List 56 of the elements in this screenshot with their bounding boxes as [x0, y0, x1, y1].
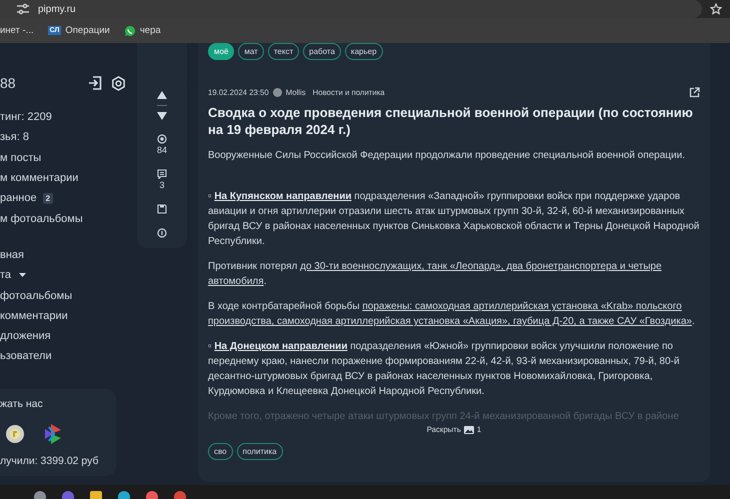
bookmark-star-icon[interactable] — [710, 3, 722, 15]
avatar — [272, 88, 282, 97]
views-count: 84 — [156, 145, 167, 155]
comment-icon[interactable] — [157, 169, 167, 179]
direction-link[interactable]: На Купянском направлении — [214, 191, 352, 202]
tag-chip[interactable]: текст — [268, 43, 300, 60]
nav-link[interactable]: ьзователи — [0, 346, 126, 367]
nav-link[interactable]: комментарии — [0, 306, 126, 326]
caret-icon — [19, 273, 26, 278]
sidebar-link[interactable]: м посты — [0, 148, 126, 168]
post-paragraph: Вооруженные Силы Российской Федерации продолжали проведение специальной военной операции. — [208, 149, 686, 163]
sidebar-link[interactable]: м комментарии — [0, 168, 126, 188]
site-settings-icon[interactable] — [16, 3, 30, 15]
upvote-icon[interactable] — [157, 91, 167, 99]
bookmark-link[interactable]: чера — [124, 24, 161, 36]
downvote-icon[interactable] — [157, 112, 167, 120]
tag-chip[interactable]: карьер — [344, 43, 383, 60]
post-paragraph: ▫ На Купянском направлении подразделения «Западной» группировки войск при поддержке ударов авиации и огня артиллерии отразили шесть атак штурмовых групп 30-й, 32-й, 60-й механизированных бригад ВСУ в районах населенных пунктов Синьковка Харьковской области и Терны Донецкой Народной Республики. — [208, 190, 700, 249]
tag-chip[interactable]: мат — [238, 43, 264, 60]
sidebar-link[interactable]: ранное 2 — [0, 188, 126, 208]
address-field[interactable]: pipmy.ru — [0, 0, 702, 18]
taskbar-app-icon[interactable] — [62, 491, 74, 499]
settings-icon[interactable] — [111, 76, 126, 90]
nav-link[interactable]: вная — [0, 244, 126, 266]
taskbar-app-icon[interactable] — [118, 491, 130, 499]
post-paragraph: В ходе контрбатарейной борьбы поражены: самоходная артиллерийская установка «Krab» польского производства, самоходная артиллерийская установка «Акация», гаубица Д-20, а также САУ «Гвоздика». — [208, 300, 696, 329]
external-link-icon[interactable] — [689, 87, 700, 98]
user-stat: зья: 8 — [0, 130, 30, 146]
post-title[interactable]: Сводка о ходе проведения специальной военной операции (по состоянию на 19 февраля 2024 г.) — [208, 104, 700, 138]
colorful-arrows-logo-icon[interactable] — [43, 422, 63, 445]
tag-chip[interactable]: работа — [303, 43, 341, 60]
nav-link[interactable]: дложения — [0, 326, 126, 346]
direction-link[interactable]: На Донецком направлении — [214, 341, 348, 352]
bookmark-link[interactable]: инет -... — [0, 25, 34, 36]
taskbar-app-icon[interactable] — [146, 491, 158, 499]
browser-taskbar-icon[interactable] — [174, 491, 186, 499]
user-stat: тинг: 2209 — [0, 110, 53, 126]
username-text: 88 — [0, 75, 17, 91]
nav-link[interactable]: фотоальбомы — [0, 285, 126, 306]
logout-icon[interactable] — [88, 76, 102, 90]
save-icon[interactable] — [157, 204, 167, 214]
taskbar-app-icon[interactable] — [34, 491, 46, 499]
donation-total: лучили: 3399.02 руб — [0, 454, 100, 467]
chat-bubble-icon — [124, 24, 136, 36]
post-paragraph: ▫ На Донецком направлении подразделения «Южной» группировки войск улучшили положение по переднему краю, нанесли поражение формированиям 22-й, 42-й, 93-й механизированных, 79-й, 80-й десантно-штурмовых бригад ВСУ в районах населенных пунктов Новомихайловка, Григоровка, Курдюмовка и Клещеевка Донецкой Народной Республики. — [208, 340, 680, 399]
comments-count: 3 — [159, 180, 164, 190]
eye-icon — [157, 134, 167, 144]
tag-chip[interactable]: политика — [236, 443, 283, 460]
info-icon[interactable] — [157, 228, 167, 238]
tag-chip[interactable]: сво — [208, 443, 233, 460]
nav-link[interactable]: та — [0, 265, 126, 286]
post-paragraph: Противник потерял до 30-ти военнослужащих, танк «Леопард», два бронетранспортера и четыре автомобиля. — [208, 260, 663, 289]
support-title: жать нас — [0, 398, 44, 410]
image-icon — [464, 426, 474, 434]
bank-emblem-icon[interactable] — [4, 422, 26, 445]
sidebar-link[interactable]: м фотоальбомы — [0, 208, 126, 229]
